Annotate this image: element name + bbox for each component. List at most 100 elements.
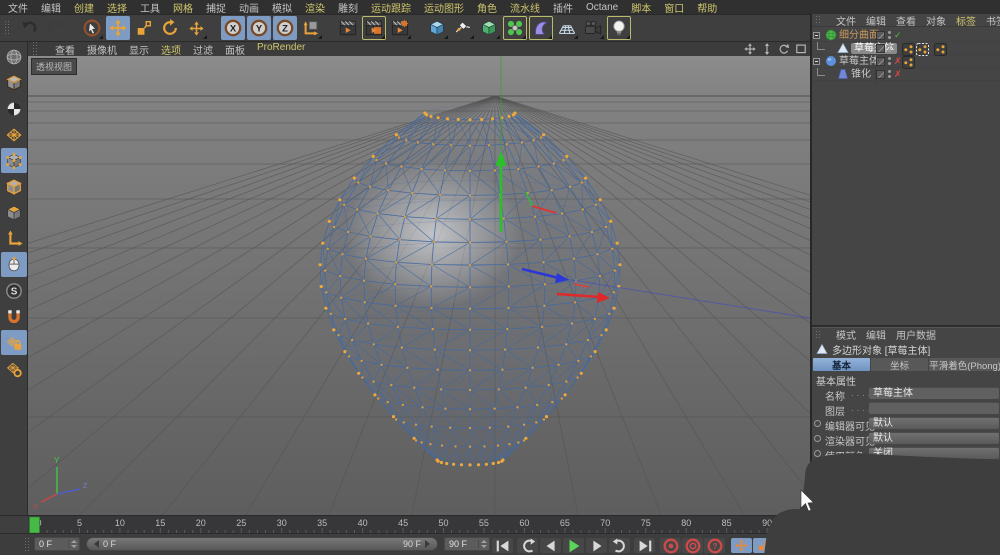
point-selection-tag-icon[interactable] — [934, 43, 945, 54]
render-picture-viewer-icon[interactable] — [362, 16, 386, 40]
visibility-dots[interactable] — [888, 29, 892, 42]
animation-dot[interactable] — [814, 450, 821, 457]
object-row[interactable]: 草莓主体✗ — [812, 55, 1000, 68]
object-row[interactable]: 草莓主体 — [812, 42, 1000, 55]
layer-swatch[interactable] — [876, 70, 885, 79]
menubar-item[interactable]: 窗口 — [664, 0, 684, 15]
object-name[interactable]: 锥化 — [851, 69, 871, 80]
dolly-icon[interactable] — [760, 43, 773, 56]
key-scale-icon[interactable] — [753, 538, 774, 553]
layer-swatch[interactable] — [876, 31, 885, 40]
range-slider[interactable]: 0 F90 F — [86, 537, 438, 551]
undo-icon[interactable] — [17, 16, 41, 40]
menubar-item[interactable]: 插件 — [553, 0, 573, 15]
play-forward-icon[interactable] — [563, 538, 584, 553]
timeline-ruler[interactable]: 051015202530354045505560657075808590 — [28, 515, 810, 533]
animation-dot[interactable] — [814, 420, 821, 427]
point-selection-tag-icon[interactable] — [902, 43, 913, 54]
menubar-item[interactable]: 模拟 — [272, 0, 292, 15]
autokeying-icon[interactable] — [682, 538, 703, 553]
menubar-item[interactable]: 选择 — [107, 0, 127, 15]
layer-swatch[interactable] — [876, 44, 885, 53]
menubar-item[interactable]: 雕刻 — [338, 0, 358, 15]
menubar-item[interactable]: 网格 — [173, 0, 193, 15]
viewport-menu-item[interactable]: 面板 — [225, 42, 245, 57]
visibility-dots[interactable] — [888, 55, 892, 68]
layer-swatch[interactable] — [876, 57, 885, 66]
axis-y-lock-icon[interactable]: Y — [247, 16, 271, 40]
workplane-orient-icon[interactable] — [1, 356, 27, 381]
object-manager-menu-item[interactable]: 文件 — [836, 13, 856, 28]
goto-end-icon[interactable] — [634, 538, 655, 553]
object-manager-menu-item[interactable]: 标签 — [956, 13, 976, 28]
tab-inactive[interactable]: 平滑着色(Phong) — [929, 358, 1000, 371]
record-objects-icon[interactable] — [660, 538, 681, 553]
viewport-label[interactable]: 透视视图 — [31, 58, 77, 75]
expand-toggle[interactable] — [813, 32, 820, 39]
coordinate-system-icon[interactable] — [299, 16, 323, 40]
add-cube-icon[interactable] — [425, 16, 449, 40]
enabled-check-icon[interactable]: ✓ — [894, 29, 902, 42]
render-view-icon[interactable] — [336, 16, 360, 40]
viewport-menu-item[interactable]: 过滤 — [193, 42, 213, 57]
snap-icon[interactable]: S — [1, 278, 27, 303]
visibility-dots[interactable] — [888, 42, 892, 55]
workplane-mode-icon[interactable] — [1, 122, 27, 147]
dropdown-使用颜色[interactable]: 关闭 — [869, 447, 999, 459]
drag-grip[interactable] — [24, 537, 30, 553]
dropdown-编辑器可见[interactable]: 默认 — [869, 417, 999, 429]
object-manager-menu-item[interactable]: 书签 — [986, 13, 1000, 28]
subdivision-surface-icon[interactable] — [825, 29, 837, 41]
menubar-item[interactable]: 渲染 — [305, 0, 325, 15]
viewport-menu-item[interactable]: ProRender — [257, 42, 305, 57]
pan-icon[interactable] — [743, 43, 756, 56]
menubar-item[interactable]: Octane — [586, 2, 618, 13]
menubar-item[interactable]: 编辑 — [41, 0, 61, 15]
attribute-menu-item[interactable]: 编辑 — [866, 327, 886, 342]
play-loop-forward-icon[interactable] — [609, 538, 630, 553]
keyframe-selection-icon[interactable]: ? — [704, 538, 725, 553]
viewport-canvas[interactable]: YXZ — [28, 56, 810, 515]
attribute-menu-item[interactable]: 模式 — [836, 327, 856, 342]
goto-start-icon[interactable] — [492, 538, 513, 553]
play-loop-back-icon[interactable] — [517, 538, 538, 553]
pen-spline-icon[interactable] — [451, 16, 475, 40]
texture-mode-icon[interactable] — [1, 96, 27, 121]
menubar-item[interactable]: 运动图形 — [424, 0, 464, 15]
object-manager-menu-item[interactable]: 对象 — [926, 13, 946, 28]
animation-dot[interactable] — [814, 435, 821, 442]
sphere-object-icon[interactable] — [825, 55, 837, 67]
mograph-icon[interactable] — [503, 16, 527, 40]
subdivision-surface-icon[interactable] — [477, 16, 501, 40]
last-tool-icon[interactable] — [184, 16, 208, 40]
taper-deformer-icon[interactable] — [837, 68, 849, 80]
object-row[interactable]: 锥化✗ — [812, 68, 1000, 81]
drag-grip[interactable] — [815, 15, 821, 25]
polygons-mode-icon[interactable] — [1, 200, 27, 225]
point-selection-tag-icon[interactable] — [902, 56, 913, 67]
rotate-icon[interactable] — [158, 16, 182, 40]
magnet-icon[interactable] — [1, 304, 27, 329]
menubar-item[interactable]: 脚本 — [631, 0, 651, 15]
menubar-item[interactable]: 创建 — [74, 0, 94, 15]
floor-icon[interactable] — [555, 16, 579, 40]
drag-grip[interactable] — [32, 41, 38, 57]
menubar-item[interactable]: 动画 — [239, 0, 259, 15]
axis-x-lock-icon[interactable]: X — [221, 16, 245, 40]
drag-grip[interactable] — [815, 330, 821, 340]
visibility-dots[interactable] — [888, 68, 892, 81]
viewport-menu-item[interactable]: 查看 — [55, 42, 75, 57]
viewport-solo-icon[interactable] — [1, 252, 27, 277]
light-icon[interactable] — [607, 16, 631, 40]
move-icon[interactable] — [106, 16, 130, 40]
input-图层[interactable] — [869, 402, 999, 414]
render-settings-icon[interactable] — [388, 16, 412, 40]
prev-frame-icon[interactable] — [540, 538, 561, 553]
disabled-cross-icon[interactable]: ✗ — [894, 55, 902, 68]
attribute-menu-item[interactable]: 用户数据 — [896, 327, 936, 342]
tab-inactive[interactable]: 坐标 — [871, 358, 928, 371]
key-rotation-icon[interactable] — [775, 538, 796, 553]
camera-icon[interactable] — [581, 16, 605, 40]
axis-z-lock-icon[interactable]: Z — [273, 16, 297, 40]
expand-toggle[interactable] — [813, 58, 820, 65]
